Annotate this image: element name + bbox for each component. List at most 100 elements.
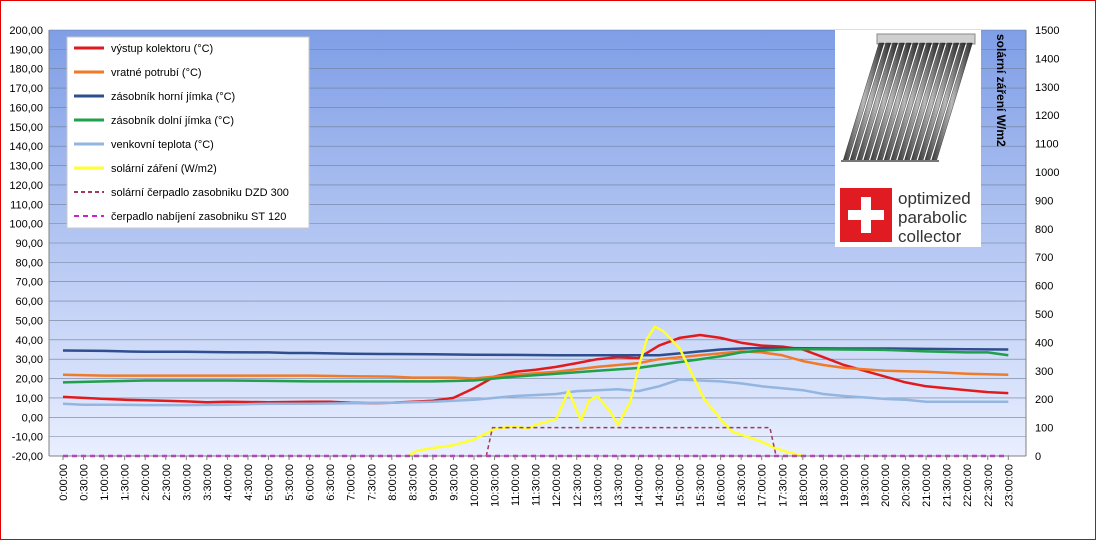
x-tick-label: 13:30:00 (613, 464, 625, 507)
x-tick-label: 20:00:00 (880, 464, 892, 507)
legend-label: zásobník dolní jímka (°C) (111, 115, 234, 127)
x-tick-label: 13:00:00 (592, 464, 604, 507)
y2-tick-label: 500 (1035, 309, 1053, 321)
x-tick-label: 8:00:00 (387, 464, 399, 501)
x-tick-label: 0:30:00 (79, 464, 91, 501)
x-tick-label: 6:30:00 (325, 464, 337, 501)
y-tick-label: 200,00 (9, 25, 43, 37)
legend-label: solární čerpadlo zasobniku DZD 300 (111, 187, 289, 199)
y-tick-label: 130,00 (9, 161, 43, 173)
y2-tick-label: 1100 (1035, 139, 1059, 151)
x-tick-label: 23:00:00 (1003, 464, 1015, 507)
legend-label: zásobník horní jímka (°C) (111, 91, 235, 103)
x-tick-label: 19:00:00 (839, 464, 851, 507)
logo-line-1: optimized (898, 189, 971, 208)
x-tick-label: 6:00:00 (305, 464, 317, 501)
y-tick-label: 100,00 (9, 219, 43, 231)
legend-label: solární záření (W/m2) (111, 163, 217, 175)
x-tick-label: 17:00:00 (757, 464, 769, 507)
legend-label: čerpadlo nabíjení zasobniku ST 120 (111, 211, 286, 223)
legend: výstup kolektoru (°C) vratné potrubí (°C)… (66, 36, 310, 229)
chart-frame: 200,00 190,00 180,00 170,00 160,00 150,00 140,… (0, 0, 1096, 540)
y-tick-label: 120,00 (9, 180, 43, 192)
x-tick-label: 10:30:00 (490, 464, 502, 507)
y-tick-label: 20,00 (15, 374, 43, 386)
y2-tick-label: 1000 (1035, 167, 1059, 179)
y-tick-label: 40,00 (15, 335, 43, 347)
x-tick-label: 4:00:00 (222, 464, 234, 501)
x-tick-label: 7:00:00 (346, 464, 358, 501)
y-tick-label: 0,00 (22, 412, 43, 424)
x-tick-label: 9:30:00 (448, 464, 460, 501)
x-tick-label: 11:00:00 (510, 464, 522, 506)
y-tick-label: 10,00 (15, 393, 43, 405)
x-tick-label: 18:30:00 (818, 464, 830, 507)
x-tick-label: 21:00:00 (921, 464, 933, 507)
x-tick-label: 14:00:00 (633, 464, 645, 507)
y2-tick-label: 400 (1035, 337, 1053, 349)
x-tick-label: 9:00:00 (428, 464, 440, 501)
x-tick-label: 22:30:00 (983, 464, 995, 507)
x-tick-label: 2:30:00 (161, 464, 173, 501)
legend-label: vratné potrubí (°C) (111, 67, 202, 79)
legend-label: venkovní teplota (°C) (111, 139, 214, 151)
y2-tick-label: 800 (1035, 224, 1053, 236)
x-tick-label: 15:30:00 (695, 464, 707, 507)
y-tick-label: 90,00 (15, 238, 43, 250)
y-tick-label: 160,00 (9, 102, 43, 114)
legend-label: výstup kolektoru (°C) (111, 43, 213, 55)
collector-header (876, 33, 976, 45)
x-tick-label: 0:00:00 (58, 464, 70, 501)
y-tick-label: -20,00 (12, 451, 43, 463)
y2-axis-title: solární záření W/m2 (994, 34, 1008, 147)
y2-tick-label: 0 (1035, 451, 1041, 463)
y2-tick-label: 1200 (1035, 110, 1059, 122)
y-tick-label: 80,00 (15, 257, 43, 269)
x-tick-label: 10:00:00 (469, 464, 481, 507)
x-tick-label: 5:30:00 (284, 464, 296, 501)
x-tick-label: 3:30:00 (202, 464, 214, 501)
x-tick-label: 15:00:00 (675, 464, 687, 507)
y-tick-label: 180,00 (9, 64, 43, 76)
y2-tick-label: 1300 (1035, 82, 1059, 94)
x-tick-label: 3:00:00 (181, 464, 193, 501)
y-tick-label: 30,00 (15, 354, 43, 366)
x-tick-label: 19:30:00 (859, 464, 871, 507)
x-tick-label: 2:00:00 (140, 464, 152, 501)
y-tick-label: 60,00 (15, 296, 43, 308)
x-tick-label: 18:00:00 (798, 464, 810, 507)
y-tick-label: 70,00 (15, 277, 43, 289)
x-tick-label: 11:30:00 (531, 464, 543, 506)
legend-box (66, 36, 310, 229)
x-tick-label: 5:00:00 (264, 464, 276, 501)
x-tick-label: 4:30:00 (243, 464, 255, 501)
logo-line-2: parabolic (898, 208, 967, 227)
x-tick-label: 16:00:00 (716, 464, 728, 507)
y-tick-label: 150,00 (9, 122, 43, 134)
x-tick-label: 12:00:00 (551, 464, 563, 507)
x-tick-label: 20:30:00 (901, 464, 913, 507)
x-tick-label: 1:30:00 (120, 464, 132, 501)
x-tick-label: 14:30:00 (654, 464, 666, 507)
y2-tick-label: 900 (1035, 195, 1053, 207)
y2-tick-label: 300 (1035, 366, 1053, 378)
y-tick-label: 190,00 (9, 44, 43, 56)
x-tick-label: 8:30:00 (407, 464, 419, 501)
x-tick-label: 22:00:00 (962, 464, 974, 507)
x-tick-label: 16:30:00 (736, 464, 748, 507)
y-tick-label: -10,00 (12, 432, 43, 444)
y2-tick-label: 1400 (1035, 53, 1059, 65)
y-tick-label: 110,00 (10, 199, 43, 211)
x-tick-label: 21:30:00 (942, 464, 954, 507)
line-chart: 200,00 190,00 180,00 170,00 160,00 150,00 140,… (9, 25, 1059, 507)
y2-tick-label: 200 (1035, 394, 1053, 406)
collector-image: optimized parabolic collector (835, 30, 981, 247)
logo-line-3: collector (898, 227, 962, 246)
y2-tick-label: 600 (1035, 281, 1053, 293)
x-tick-label: 12:30:00 (572, 464, 584, 507)
y-tick-label: 170,00 (9, 83, 43, 95)
y2-tick-label: 700 (1035, 252, 1053, 264)
x-tick-label: 17:30:00 (777, 464, 789, 507)
y-tick-label: 140,00 (9, 141, 43, 153)
x-tick-label: 1:00:00 (99, 464, 111, 501)
